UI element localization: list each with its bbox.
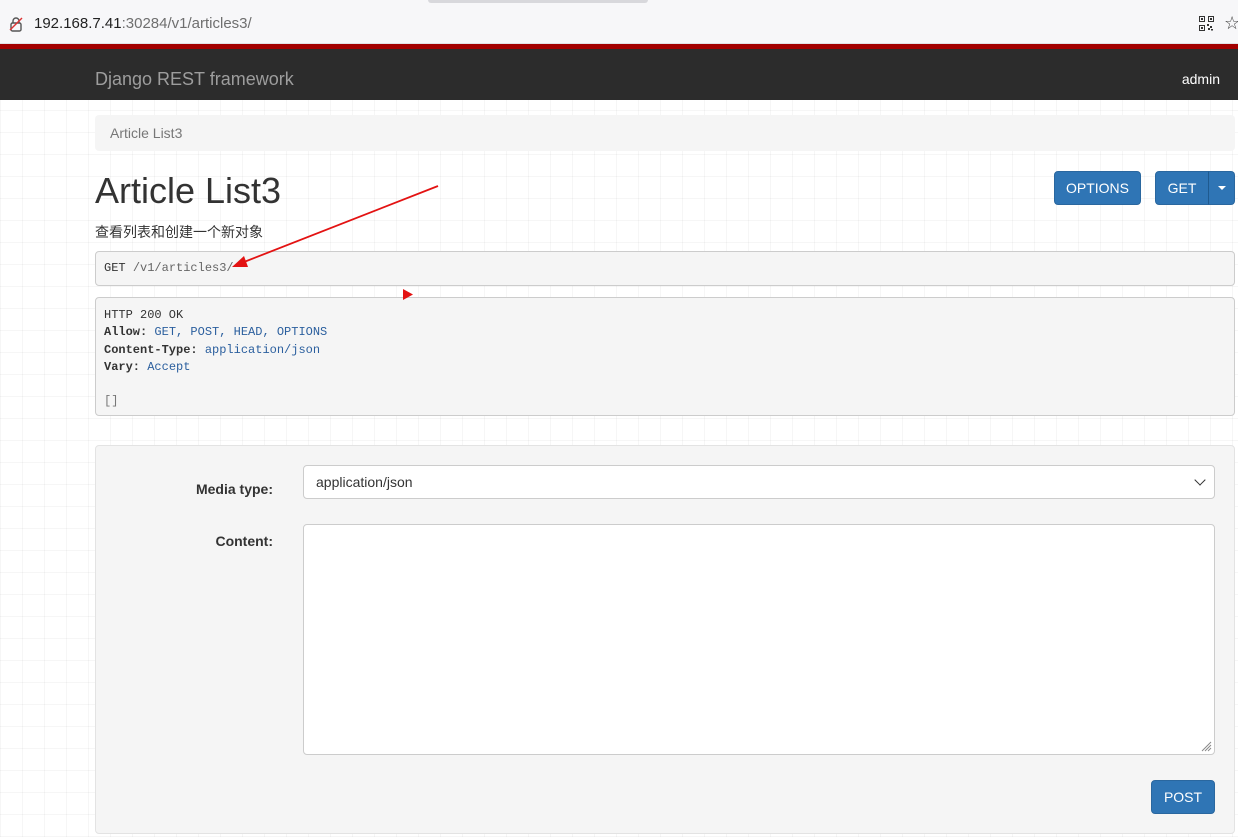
page-title: Article List3 [95, 170, 282, 211]
request-method: GET [104, 261, 126, 275]
response-header-row: Content-Type: application/json [104, 342, 1226, 359]
resize-grip-icon[interactable] [1200, 740, 1212, 752]
header-value: GET, POST, HEAD, OPTIONS [154, 325, 328, 340]
get-button[interactable]: GET [1155, 171, 1209, 205]
chevron-down-icon [1194, 474, 1206, 486]
request-path: /v1/articles3/ [132, 261, 234, 275]
header-key: Allow: [104, 325, 148, 340]
brand-link[interactable]: Django REST framework [95, 69, 294, 90]
response-header-row: Vary: Accept [104, 359, 1226, 376]
content-label: Content: [215, 533, 273, 549]
caret-down-icon [1217, 186, 1226, 190]
url-host: 192.168.7.41 [34, 15, 122, 32]
browser-tab-indicator [428, 0, 648, 3]
insecure-lock-icon[interactable] [9, 16, 23, 32]
response-header-row: Allow: GET, POST, HEAD, OPTIONS [104, 324, 1226, 341]
qr-code-icon[interactable] [1199, 16, 1214, 31]
media-type-select[interactable]: application/json [303, 465, 1215, 499]
response-body: [] [104, 394, 119, 409]
response-info: HTTP 200 OK Allow: GET, POST, HEAD, OPTI… [95, 297, 1235, 416]
post-button[interactable]: POST [1151, 780, 1215, 814]
options-button[interactable]: OPTIONS [1054, 171, 1141, 205]
header-key: Content-Type: [104, 342, 198, 357]
media-type-selected-value: application/json [316, 474, 413, 490]
request-info: GET /v1/articles3/ [95, 251, 1235, 286]
breadcrumb: Article List3 [95, 115, 1235, 151]
media-type-label: Media type: [195, 481, 273, 497]
navbar: Django REST framework admin [0, 44, 1238, 100]
get-format-dropdown-button[interactable] [1208, 171, 1235, 205]
url-path: :30284/v1/articles3/ [121, 15, 252, 32]
response-status: HTTP 200 OK [104, 308, 184, 322]
page-description: 查看列表和创建一个新对象 [95, 224, 263, 240]
header-key: Vary: [104, 359, 141, 374]
header-value: Accept [147, 359, 191, 374]
browser-address-bar[interactable]: 192.168.7.41:30284/v1/articles3/ ☆ [0, 0, 1238, 44]
breadcrumb-item-current[interactable]: Article List3 [110, 125, 182, 141]
user-menu[interactable]: admin [1182, 71, 1220, 87]
bookmark-star-icon[interactable]: ☆ [1224, 14, 1238, 32]
header-value: application/json [204, 342, 321, 357]
url-text[interactable]: 192.168.7.41:30284/v1/articles3/ [34, 15, 252, 32]
content-textarea[interactable] [303, 524, 1215, 755]
